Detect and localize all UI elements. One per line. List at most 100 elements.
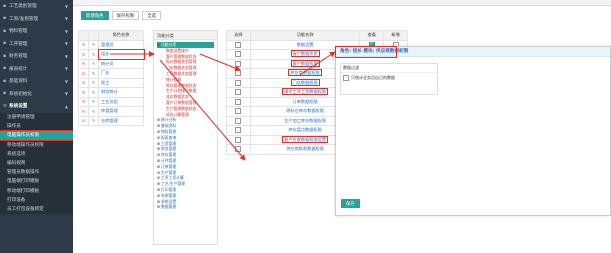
sidebar-submenu: 注册申请管理 操作员 电脑操作员权限 移动端操作员权限 系统选项 编码规则 管理员数据操作电… [0,112,74,214]
role-row[interactable]: ✕ ✎ 质工 [78,77,144,88]
new-role-button[interactable]: 新增角色 [81,11,109,20]
roles-header: 角色名称 [98,30,144,41]
sidebar-item[interactable]: ▪ 基础资料 ▼ [0,75,73,88]
sidebar-subitem[interactable]: 电脑端打印模板 [0,177,73,186]
role-name[interactable]: 管理员 [98,39,144,50]
edit-icon[interactable]: ✎ [88,49,99,60]
chevron-down-icon: ▼ [64,91,68,97]
delete-icon[interactable]: ✕ [78,68,89,79]
delete-icon[interactable]: ✕ [78,49,89,60]
select-all-button[interactable]: 全选 [142,11,161,20]
sidebar-subitem[interactable]: 移动端打印模板 [0,186,73,195]
role-row[interactable]: ✕ ✎ 统计员 [78,58,144,69]
save-permissions-button[interactable]: 保存权限 [111,11,140,20]
select-checkbox[interactable] [235,89,242,96]
function-name[interactable]: 操作工序工资数据权限 [282,88,329,96]
category-label: 生产管理数据状态 [166,105,197,111]
delete-icon[interactable]: ✕ [78,77,89,88]
role-name[interactable]: 工艺员组 [98,96,144,107]
sidebar-item-settings[interactable]: ⚙ 系统设置 ▲ [0,100,73,113]
select-checkbox[interactable] [235,51,242,58]
role-row[interactable]: ✕ ✎ 厂长 [78,68,144,79]
function-name[interactable]: 客户数据状态 [290,50,320,58]
chevron-up-icon: ▲ [64,103,68,109]
edit-icon[interactable]: ✎ [88,39,99,50]
role-row[interactable]: ✕ ✎ 管理员 [78,39,144,50]
select-checkbox[interactable] [235,41,242,48]
delete-icon[interactable]: ✕ [78,58,89,69]
sidebar-item[interactable]: ▪ 系统初始化 ▼ [0,88,73,101]
sidebar-item[interactable]: ▪ 工资/准假管理 ▼ [0,13,73,26]
select-checkbox[interactable] [235,127,242,134]
sidebar-subitem[interactable]: 系统选项 [0,149,73,158]
role-row[interactable]: ✕ ✎ 财务统计 [78,87,144,98]
category-label: 基础资料 [161,123,177,129]
function-name[interactable]: 客户应收数据权限设置 [282,135,329,143]
function-name[interactable]: 数据设置 [297,42,314,47]
function-name[interactable]: 库存盘点数据权限 [288,127,322,132]
select-checkbox[interactable] [235,108,242,115]
sidebar-item[interactable]: ▪ 工序管理 ▼ [0,38,73,51]
delete-icon[interactable]: ✕ [78,87,89,98]
sidebar-subitem[interactable]: 注册申请管理 [0,113,73,122]
function-name[interactable]: 生产加工库存数据权限 [284,118,326,123]
select-checkbox[interactable] [235,79,242,86]
category-node[interactable]: ⊞数据管理 [157,204,214,210]
own-data-option[interactable]: 只统计业务员自己的数据 [341,73,437,83]
sidebar-subitem[interactable]: 电脑操作员权限 [0,129,74,142]
detail-save-button[interactable]: 保存 [341,199,360,208]
select-checkbox[interactable] [235,136,242,143]
edit-icon[interactable]: ✎ [88,96,99,107]
data-filter-title: 数据过滤 [341,64,437,73]
delete-icon[interactable]: ✕ [78,39,89,50]
sidebar-item-label: 财务管理 [9,54,28,60]
select-checkbox[interactable] [235,60,242,67]
select-checkbox[interactable] [235,70,242,77]
role-name[interactable]: 库管管理 [98,106,144,117]
function-name[interactable]: 原料仓库存数据权限 [286,108,324,113]
role-name[interactable]: 组长 [97,48,145,60]
sidebar-item[interactable]: ▪ 工艺类别管理 ▼ [0,0,73,13]
function-name[interactable]: 订单数据权限 [293,99,318,104]
function-name[interactable]: 供应商账款数据权限 [286,146,324,151]
sidebar-subitem[interactable]: 打印设备 [0,195,73,204]
sidebar-item[interactable]: ▪ 报表统计 ▼ [0,63,73,76]
function-name[interactable]: 门店数据权限 [290,78,320,86]
select-checkbox[interactable] [235,146,242,153]
function-name[interactable]: 客户数据权限 [290,59,320,67]
select-checkbox[interactable] [235,98,242,105]
category-label: 报表查询 [161,134,177,140]
edit-icon[interactable]: ✎ [88,68,99,79]
sidebar-subitem[interactable]: 操作员 [0,122,73,131]
function-name[interactable]: 供应商数据权限 [288,69,322,77]
sidebar-subitem[interactable]: 移动端操作员权限 [0,140,73,149]
edit-icon[interactable]: ✎ [88,58,99,69]
role-row[interactable]: ✕ ✎ 仓库管理 [78,115,144,126]
role-row[interactable]: ✕ ✎ 工艺员组 [78,96,144,107]
role-name[interactable]: 质工 [98,77,144,88]
edit-icon[interactable]: ✎ [88,87,99,98]
sidebar-item[interactable]: ▪ 财务管理 ▼ [0,50,73,63]
delete-icon[interactable]: ✕ [78,115,89,126]
role-row[interactable]: ✕ ✎ 组长 [78,48,145,60]
own-data-checkbox[interactable] [343,75,349,81]
role-name[interactable]: 财务统计 [98,87,144,98]
role-name[interactable]: 厂长 [98,68,144,79]
add-header: 新增 [383,30,408,41]
delete-icon[interactable]: ✕ [78,106,89,117]
sidebar-subitem[interactable]: 员工打包设备绑定 [0,204,73,213]
role-row[interactable]: ✕ ✎ 库管管理 [78,106,144,117]
chevron-down-icon: ▼ [64,28,68,34]
role-name[interactable]: 统计员 [98,58,144,69]
sidebar-subitem[interactable]: 编码规则 [0,158,73,167]
edit-icon[interactable]: ✎ [88,115,99,126]
edit-icon[interactable]: ✎ [88,106,99,117]
edit-icon[interactable]: ✎ [88,77,99,88]
sidebar-item[interactable]: ▪ 物料管理 ▼ [0,25,73,38]
select-checkbox[interactable] [235,117,242,124]
sidebar-subitem[interactable]: 管理员数据操作 [0,168,73,177]
category-label: 工序工资计算 [161,175,184,181]
category-label: 报价数据状态管理 [166,59,197,65]
delete-icon[interactable]: ✕ [78,96,89,107]
role-name[interactable]: 仓库管理 [98,115,144,126]
